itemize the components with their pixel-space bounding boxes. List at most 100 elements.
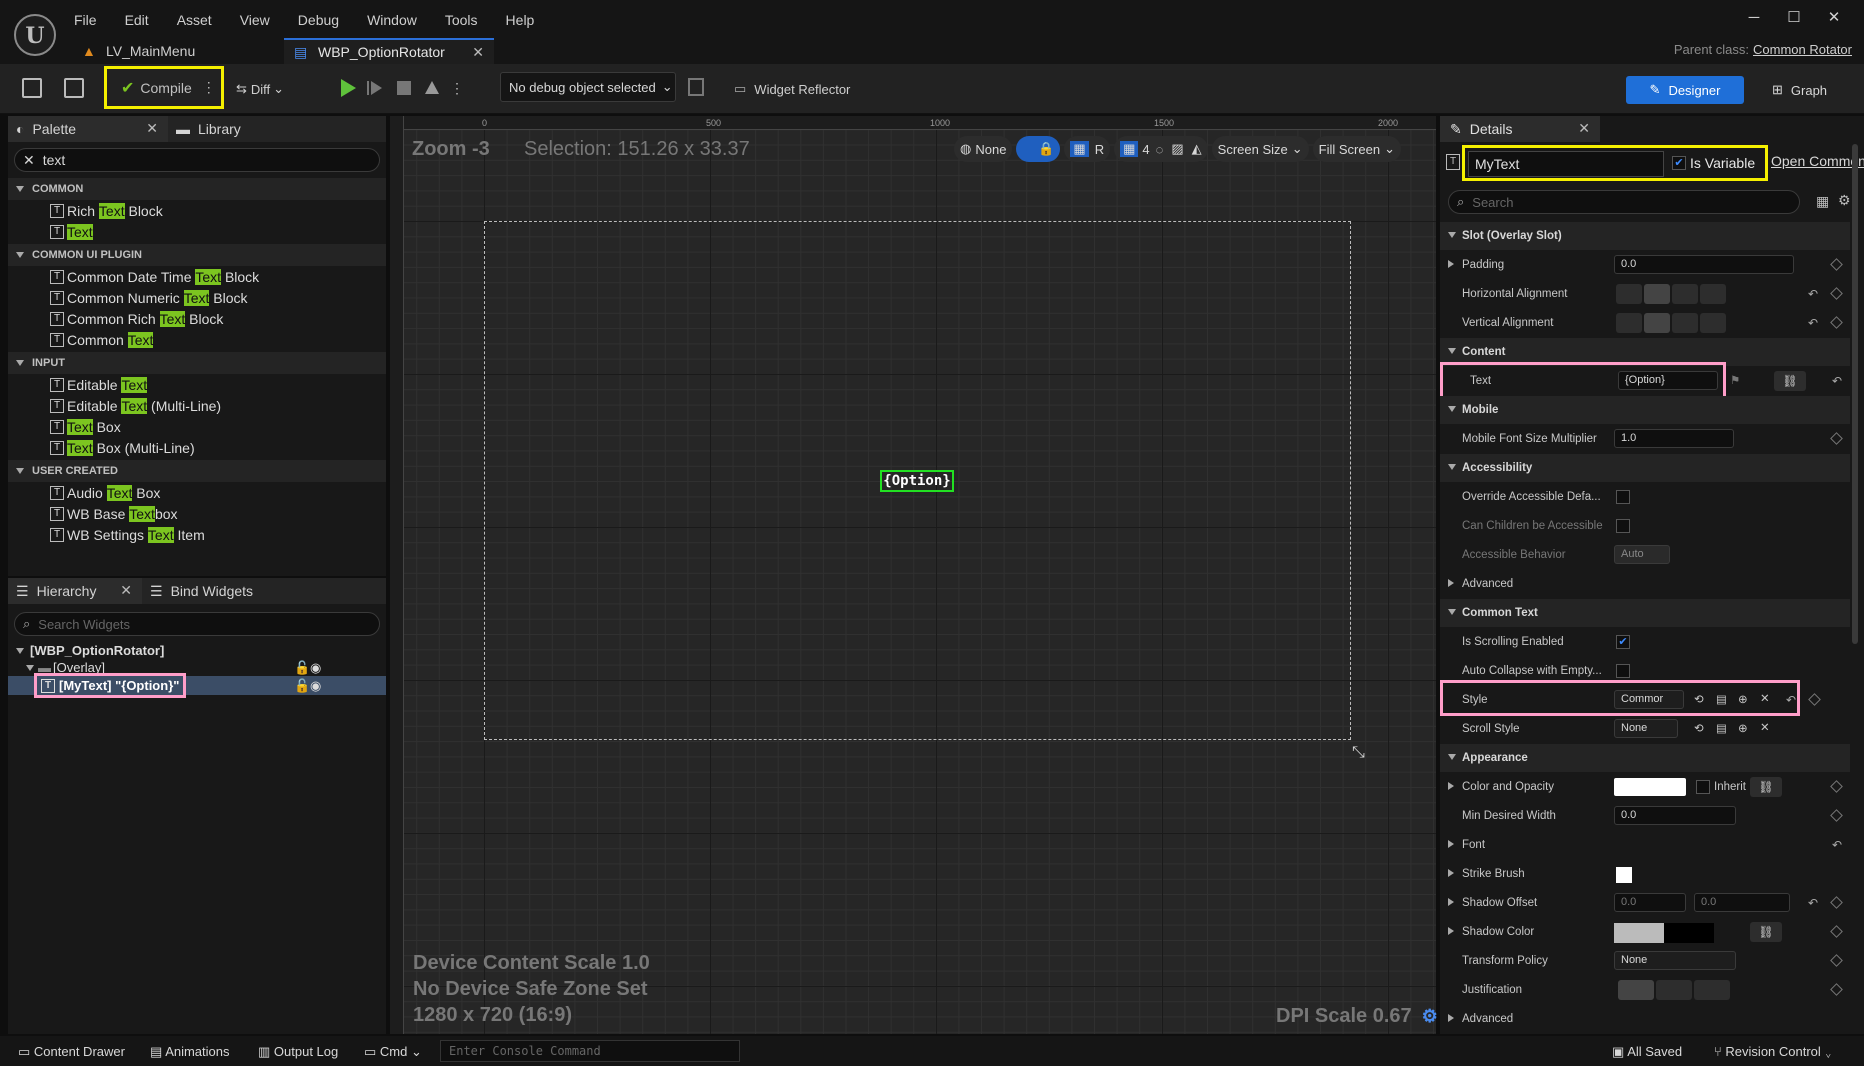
palette-item[interactable]: T Common Numeric Text Block bbox=[8, 287, 386, 308]
palette-item[interactable]: T Text Box bbox=[8, 416, 386, 437]
section-mobile[interactable]: Mobile bbox=[1440, 396, 1850, 424]
is-scrolling-checkbox[interactable]: ✔ bbox=[1616, 635, 1630, 649]
close-icon[interactable]: ✕ bbox=[1578, 120, 1590, 137]
tab-wbp-optionrotator[interactable]: ▤ WBP_OptionRotator ✕ bbox=[284, 38, 494, 64]
align-vfill-icon[interactable] bbox=[1700, 313, 1726, 333]
compile-options-icon[interactable]: ⋮ bbox=[202, 79, 216, 96]
keyframe-icon[interactable] bbox=[1830, 925, 1843, 938]
unreal-logo-icon[interactable]: U bbox=[14, 14, 56, 56]
expand-icon[interactable] bbox=[16, 647, 24, 654]
cmd-select[interactable]: ▭ Cmd ⌄ bbox=[364, 1044, 422, 1060]
clear-icon[interactable]: ✕ bbox=[1760, 720, 1770, 734]
keyframe-icon[interactable] bbox=[1830, 954, 1843, 967]
clear-search-icon[interactable]: ✕ bbox=[23, 152, 35, 169]
tab-hierarchy[interactable]: ☰ Hierarchy ✕ bbox=[8, 578, 142, 604]
menu-edit[interactable]: Edit bbox=[125, 12, 149, 28]
debug-object-select[interactable]: No debug object selected ⌄ bbox=[500, 72, 676, 102]
gear-icon[interactable]: ⚙ bbox=[1422, 1006, 1438, 1027]
bind-link-icon[interactable]: ⛓ bbox=[1750, 922, 1782, 942]
console-input[interactable]: Enter Console Command bbox=[440, 1040, 740, 1062]
expand-icon[interactable] bbox=[1448, 840, 1454, 848]
lock-icon[interactable]: 🔓 bbox=[294, 660, 310, 676]
hierarchy-search-input[interactable]: ⌕ Search Widgets bbox=[14, 612, 380, 636]
keyframe-icon[interactable] bbox=[1830, 809, 1843, 822]
screen-size-select[interactable]: Screen Size ⌄ bbox=[1211, 136, 1309, 162]
keyframe-icon[interactable] bbox=[1830, 432, 1843, 445]
strike-swatch[interactable] bbox=[1616, 867, 1632, 883]
maximize-icon[interactable]: ☐ bbox=[1774, 8, 1814, 26]
reset-icon[interactable]: ↶ bbox=[1808, 896, 1818, 910]
keyframe-icon[interactable] bbox=[1830, 983, 1843, 996]
close-icon[interactable]: ✕ bbox=[120, 582, 132, 599]
section-appearance[interactable]: Appearance bbox=[1440, 744, 1850, 772]
align-top-icon[interactable] bbox=[1616, 313, 1642, 333]
reset-icon[interactable]: ↶ bbox=[1808, 316, 1818, 330]
shadow-x-input[interactable]: 0.0 bbox=[1614, 893, 1686, 912]
menu-debug[interactable]: Debug bbox=[298, 12, 339, 28]
bind-link-icon[interactable]: ⛓ bbox=[1774, 371, 1806, 391]
palette-item[interactable]: T Text bbox=[8, 221, 386, 242]
menu-window[interactable]: Window bbox=[367, 12, 417, 28]
override-accessible-checkbox[interactable] bbox=[1616, 490, 1630, 504]
align-bottom-icon[interactable] bbox=[1672, 313, 1698, 333]
minimize-icon[interactable]: ─ bbox=[1734, 9, 1774, 26]
menu-tools[interactable]: Tools bbox=[445, 12, 478, 28]
browse-icon[interactable]: ▤ bbox=[1716, 721, 1727, 735]
expand-icon[interactable] bbox=[1448, 898, 1454, 906]
close-tab-icon[interactable]: ✕ bbox=[472, 44, 484, 61]
respect-locks-button[interactable]: ▦ R bbox=[1064, 136, 1111, 162]
play-icon[interactable] bbox=[338, 78, 358, 98]
close-icon[interactable]: ✕ bbox=[146, 120, 158, 137]
expand-icon[interactable] bbox=[1448, 927, 1454, 935]
reset-icon[interactable]: ↶ bbox=[1832, 838, 1842, 852]
menu-file[interactable]: File bbox=[74, 12, 97, 28]
all-saved-button[interactable]: ▣ All Saved bbox=[1612, 1044, 1682, 1060]
add-icon[interactable]: ⊕ bbox=[1738, 721, 1748, 735]
justify-left-icon[interactable] bbox=[1618, 980, 1654, 1000]
revision-control-button[interactable]: ⑂ Revision Control ⌄ bbox=[1714, 1044, 1832, 1059]
is-variable-checkbox[interactable]: ✔ Is Variable bbox=[1672, 155, 1755, 171]
palette-item[interactable]: T WB Base Text box bbox=[8, 503, 386, 524]
palette-category[interactable]: COMMON bbox=[8, 178, 386, 200]
keyframe-icon[interactable] bbox=[1808, 693, 1821, 706]
shadow-color-swatch[interactable] bbox=[1614, 923, 1714, 943]
lock-icon[interactable]: 🔓 bbox=[294, 678, 310, 694]
keyframe-icon[interactable] bbox=[1830, 780, 1843, 793]
row-advanced-2[interactable]: Advanced bbox=[1440, 1005, 1850, 1033]
keyframe-icon[interactable] bbox=[1830, 287, 1843, 300]
tab-lv-mainmenu[interactable]: ▲ LV_MainMenu bbox=[72, 38, 272, 64]
palette-item[interactable]: T Text Box (Multi-Line) bbox=[8, 437, 386, 458]
section-common-text[interactable]: Common Text bbox=[1440, 599, 1850, 627]
palette-category[interactable]: INPUT bbox=[8, 352, 386, 374]
background-none-button[interactable]: ◍ None bbox=[954, 136, 1013, 162]
eject-icon[interactable] bbox=[422, 78, 442, 98]
use-selected-icon[interactable]: ⟲ bbox=[1694, 721, 1704, 735]
stop-icon[interactable] bbox=[394, 78, 414, 98]
fill-screen-select[interactable]: Fill Screen ⌄ bbox=[1312, 136, 1401, 162]
play-options-icon[interactable]: ⋮ bbox=[450, 80, 464, 97]
animations-button[interactable]: ▤ Animations bbox=[150, 1044, 230, 1060]
align-right-icon[interactable] bbox=[1672, 284, 1698, 304]
menu-view[interactable]: View bbox=[240, 12, 270, 28]
designer-mode-button[interactable]: ✎ Designer bbox=[1626, 76, 1744, 104]
browse-icon[interactable] bbox=[64, 78, 84, 98]
tab-library[interactable]: ▬ Library bbox=[168, 116, 251, 142]
palette-search-input[interactable]: ✕ text bbox=[14, 148, 380, 172]
palette-category[interactable]: COMMON UI PLUGIN bbox=[8, 244, 386, 266]
keyframe-icon[interactable] bbox=[1830, 896, 1843, 909]
section-slot[interactable]: Slot (Overlay Slot) bbox=[1440, 222, 1850, 250]
row-advanced[interactable]: Advanced bbox=[1440, 570, 1850, 598]
tab-palette[interactable]: ◐ Palette ✕ bbox=[8, 116, 168, 142]
output-log-button[interactable]: ▥ Output Log bbox=[258, 1044, 338, 1060]
mobile-font-input[interactable]: 1.0 bbox=[1614, 429, 1734, 448]
palette-item[interactable]: T Editable Text bbox=[8, 374, 386, 395]
expand-icon[interactable] bbox=[1448, 869, 1454, 877]
compile-button[interactable]: ✔ Compile ⋮ bbox=[104, 66, 224, 109]
palette-item[interactable]: T Rich Text Block bbox=[8, 200, 386, 221]
accessible-behavior-select[interactable]: Auto bbox=[1614, 545, 1670, 564]
expand-icon[interactable] bbox=[1448, 260, 1454, 268]
open-common-link[interactable]: Open CommonT bbox=[1771, 153, 1864, 169]
align-middle-icon[interactable] bbox=[1644, 313, 1670, 333]
tab-details[interactable]: ✎ Details ✕ bbox=[1440, 116, 1600, 142]
align-fill-icon[interactable] bbox=[1700, 284, 1726, 304]
